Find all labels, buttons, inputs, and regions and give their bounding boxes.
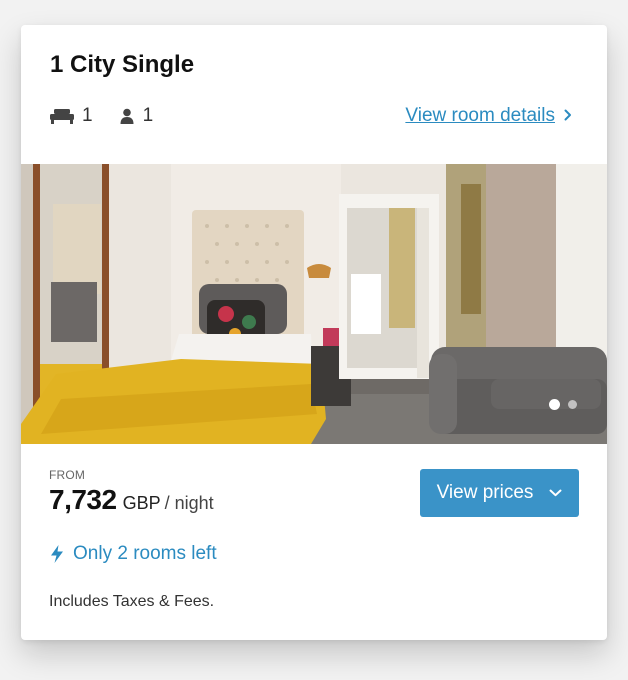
- chevron-right-icon: [564, 105, 572, 127]
- price-from-label: FROM: [49, 468, 86, 482]
- price-currency: GBP: [122, 493, 161, 513]
- price-amount: 7,732: [49, 484, 117, 515]
- bed-icon: [50, 108, 74, 124]
- rooms-left-text: Only 2 rooms left: [73, 543, 217, 564]
- price: 7,732 GBP / night: [49, 484, 214, 516]
- carousel-dot-1[interactable]: [549, 399, 560, 410]
- room-meta: 1 1: [50, 105, 179, 127]
- chevron-down-icon: [549, 489, 562, 497]
- view-room-details-link[interactable]: View room details: [405, 105, 572, 127]
- guests-info: 1: [119, 105, 154, 127]
- view-prices-button[interactable]: View prices: [420, 469, 579, 517]
- view-prices-label: View prices: [436, 482, 534, 503]
- view-room-details-label: View room details: [405, 105, 555, 126]
- beds-info: 1: [50, 105, 93, 127]
- room-photo: [21, 164, 607, 444]
- rooms-left-notice: Only 2 rooms left: [50, 543, 217, 565]
- price-unit: / night: [164, 493, 214, 513]
- guests-count: 1: [142, 105, 154, 126]
- carousel-dots: [541, 399, 577, 410]
- room-title: 1 City Single: [50, 51, 195, 78]
- taxes-note: Includes Taxes & Fees.: [49, 593, 215, 610]
- room-card: 1 City Single 1 1 View room details FROM…: [21, 25, 607, 640]
- carousel-dot-2[interactable]: [568, 400, 577, 409]
- person-icon: [119, 108, 135, 124]
- beds-count: 1: [82, 105, 93, 126]
- lightning-icon: [50, 545, 64, 563]
- room-photo-gallery[interactable]: [21, 164, 607, 444]
